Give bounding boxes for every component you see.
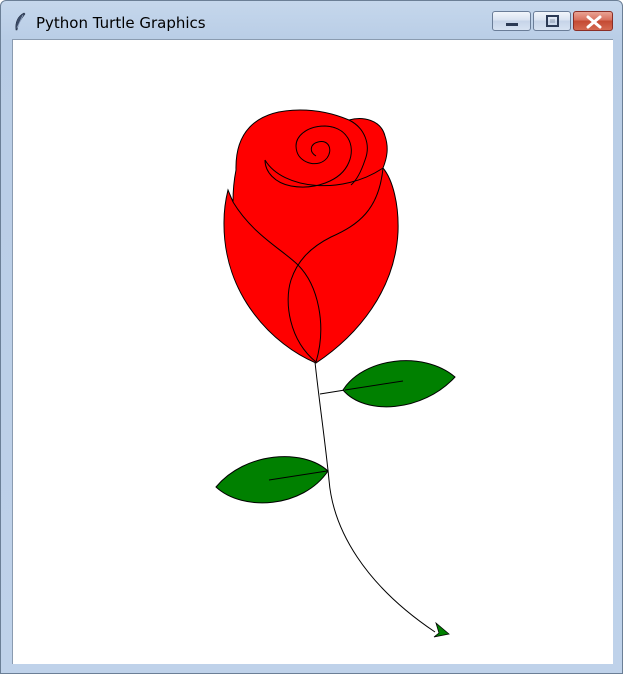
turtle-window: Python Turtle Graphics [0, 0, 623, 674]
feather-icon [12, 12, 28, 32]
upper-leaf [342, 360, 456, 408]
maximize-icon [546, 15, 559, 27]
minimize-button[interactable] [492, 11, 531, 31]
window-client-area [12, 39, 613, 664]
upper-leaf-branch [319, 389, 346, 395]
close-icon [586, 15, 602, 29]
turtle-cursor-icon [433, 621, 450, 638]
title-bar[interactable]: Python Turtle Graphics [1, 1, 622, 39]
close-button[interactable] [573, 11, 613, 31]
minimize-icon [506, 23, 518, 26]
window-title: Python Turtle Graphics [36, 14, 206, 32]
maximize-button[interactable] [533, 11, 571, 31]
turtle-canvas[interactable] [13, 40, 612, 663]
